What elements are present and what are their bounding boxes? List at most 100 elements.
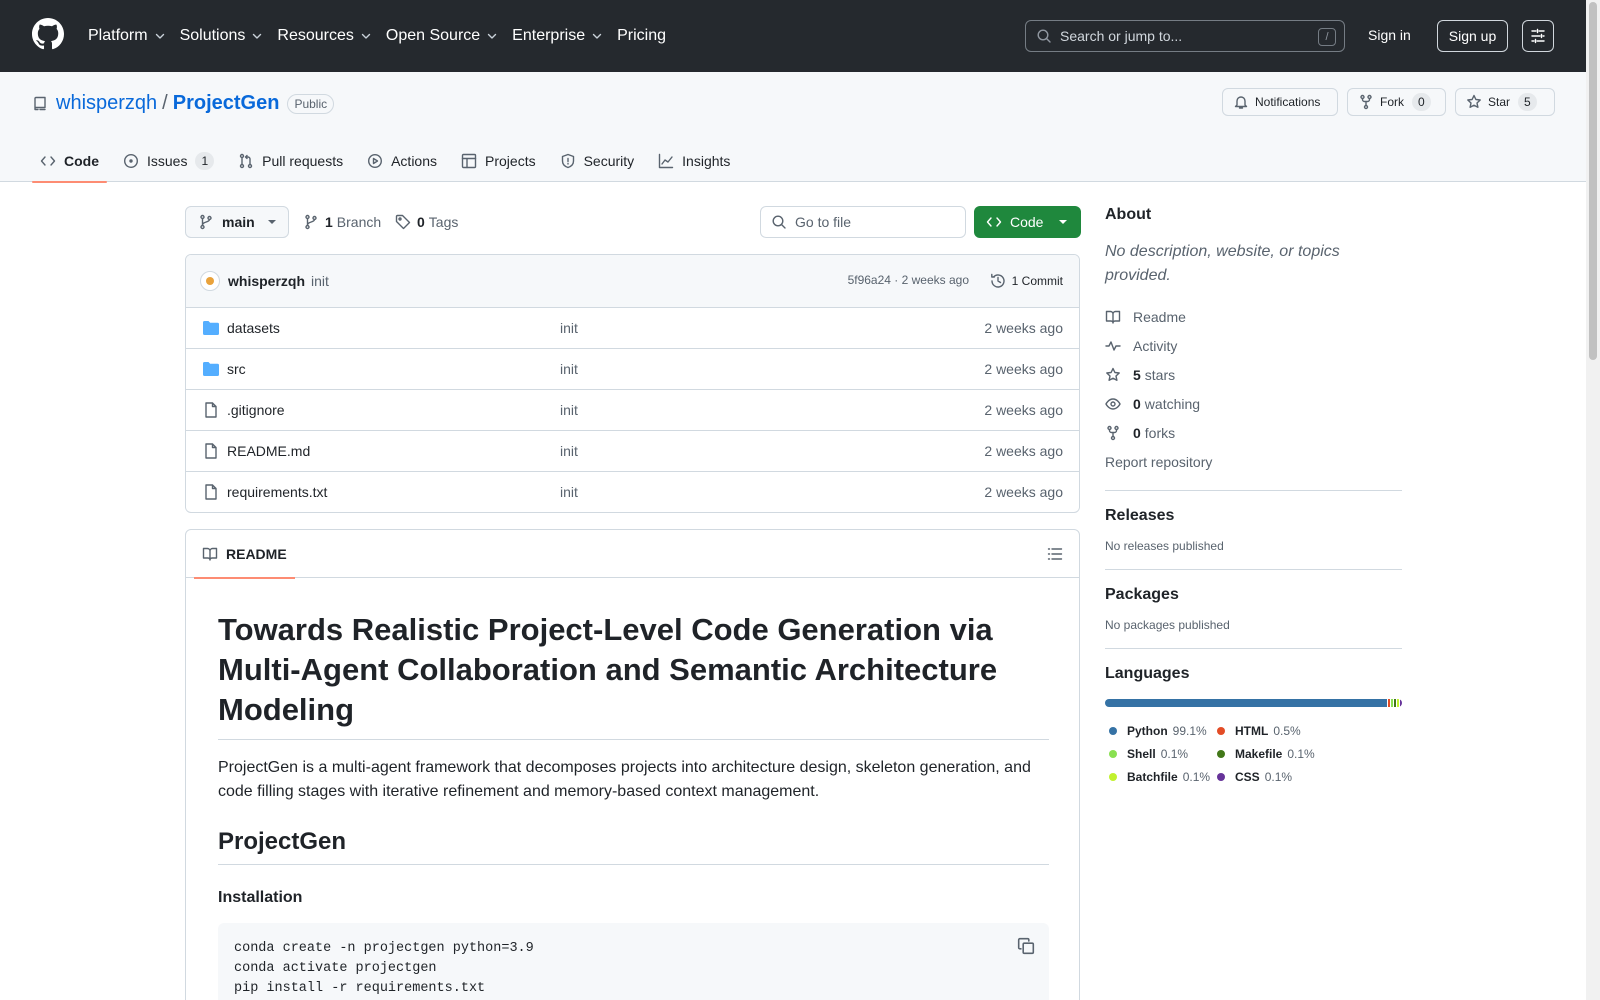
releases-text: No releases published [1105,539,1224,553]
activity-link[interactable]: Activity [1105,331,1402,360]
list-icon[interactable] [1047,546,1063,562]
avatar[interactable] [200,271,220,291]
star-button[interactable]: Star 5 [1455,88,1555,116]
notifications-button[interactable]: Notifications [1222,88,1338,116]
commit-message[interactable]: init [311,273,329,289]
code-line: conda activate projectgen [234,961,437,976]
nav-enterprise[interactable]: Enterprise [512,27,603,45]
tab-pull-requests[interactable]: Pull requests [230,140,351,182]
branch-icon [200,214,212,230]
tab-label: Insights [682,153,731,169]
file-date: 2 weeks ago [984,320,1063,336]
scrollbar-thumb[interactable] [1589,2,1597,360]
commit-author[interactable]: whisperzqh [228,273,305,289]
nav-resources[interactable]: Resources [277,27,371,45]
language-item[interactable]: Shell 0.1% [1105,742,1213,765]
readme-tab[interactable]: README [194,530,295,579]
tab-code[interactable]: Code [32,140,107,183]
report-repository-link[interactable]: Report repository [1105,447,1402,476]
copy-icon[interactable] [1017,937,1035,955]
nav-label: Open Source [385,27,481,44]
tab-insights[interactable]: Insights [650,140,738,182]
folder-icon [203,362,219,376]
packages-text: No packages published [1105,618,1230,632]
chevron-down-icon [361,33,371,39]
language-bar-segment [1388,699,1390,707]
file-commit-message[interactable]: init [560,320,578,336]
table-row[interactable]: src init 2 weeks ago [186,349,1079,390]
language-bar-segment [1391,699,1393,707]
github-logo-icon[interactable] [32,18,64,50]
tab-label: Security [583,153,635,169]
file-name[interactable]: .gitignore [227,402,285,418]
file-commit-message[interactable]: init [560,361,578,377]
code-dropdown-button[interactable]: Code [974,206,1081,238]
caret-down-icon [268,220,276,224]
readme-link[interactable]: Readme [1105,302,1402,331]
branch-selector-button[interactable]: main [185,206,289,238]
link-label: forks [1144,424,1176,441]
go-to-file-placeholder: Go to file [795,214,852,230]
link-label: Activity [1133,337,1178,354]
commit-history-link[interactable]: 1 Commit [990,273,1063,289]
star-icon [1467,94,1481,108]
table-row[interactable]: datasets init 2 weeks ago [186,308,1079,349]
language-item[interactable]: Python 99.1% [1105,719,1213,742]
table-row[interactable]: requirements.txt init 2 weeks ago [186,472,1079,512]
stars-link[interactable]: 5 stars [1105,360,1402,389]
file-name[interactable]: datasets [227,320,280,336]
repo-owner-link[interactable]: whisperzqh [56,92,157,115]
repo-name-link[interactable]: ProjectGen [173,92,280,115]
bell-icon [1234,96,1248,109]
tab-label: Code [64,153,99,169]
language-name: Shell [1127,746,1156,761]
go-to-file-input[interactable]: Go to file [760,206,966,238]
tab-label: Issues [147,153,188,169]
file-commit-message[interactable]: init [560,443,578,459]
page-scrollbar[interactable] [1586,0,1600,1000]
tab-projects[interactable]: Projects [453,140,544,182]
language-item[interactable]: Makefile 0.1% [1213,742,1315,765]
sign-up-button[interactable]: Sign up [1437,20,1508,52]
link-label: stars [1144,366,1176,383]
branches-link[interactable]: 1 Branch [303,214,381,230]
watching-count: 0 [1133,395,1141,412]
table-row[interactable]: README.md init 2 weeks ago [186,431,1079,472]
file-name[interactable]: requirements.txt [227,484,327,500]
language-item[interactable]: CSS 0.1% [1213,765,1292,788]
nav-pricing[interactable]: Pricing [617,27,666,45]
link-label: watching [1144,395,1201,412]
tab-actions[interactable]: Actions [359,140,445,182]
sign-in-link[interactable]: Sign in [1368,27,1411,43]
file-commit-message[interactable]: init [560,402,578,418]
packages-heading[interactable]: Packages [1105,586,1402,604]
nav-platform[interactable]: Platform [88,27,166,45]
table-row[interactable]: .gitignore init 2 weeks ago [186,390,1079,431]
graph-icon [658,153,674,169]
nav-open-source[interactable]: Open Source [386,27,498,45]
search-input[interactable]: Search or jump to... / [1025,20,1345,52]
watching-link[interactable]: 0 watching [1105,389,1402,418]
nav-solutions[interactable]: Solutions [180,27,264,45]
tab-issues[interactable]: Issues 1 [115,140,222,182]
language-item[interactable]: HTML 0.5% [1213,719,1301,742]
tags-link[interactable]: 0 Tags [395,214,458,230]
commit-sha-time[interactable]: 5f96a24 · 2 weeks ago [848,273,969,287]
code-line: conda create -n projectgen python=3.9 [234,941,534,956]
star-count: 5 [1518,93,1537,111]
readme-title: Towards Realistic Project-Level Code Gen… [218,610,1049,740]
forks-link[interactable]: 0 forks [1105,418,1402,447]
tab-security[interactable]: Security [552,140,643,182]
code-button-label: Code [1010,214,1044,230]
file-name[interactable]: README.md [227,443,310,459]
search-icon [1037,29,1051,43]
file-commit-message[interactable]: init [560,484,578,500]
readme-tab-label: README [226,546,287,562]
language-name: Batchfile [1127,769,1178,784]
menu-button[interactable] [1522,20,1554,52]
language-color-dot [1217,749,1225,758]
fork-button[interactable]: Fork 0 [1347,88,1446,116]
releases-heading[interactable]: Releases [1105,507,1402,525]
language-item[interactable]: Batchfile 0.1% [1105,765,1213,788]
file-name[interactable]: src [227,361,246,377]
